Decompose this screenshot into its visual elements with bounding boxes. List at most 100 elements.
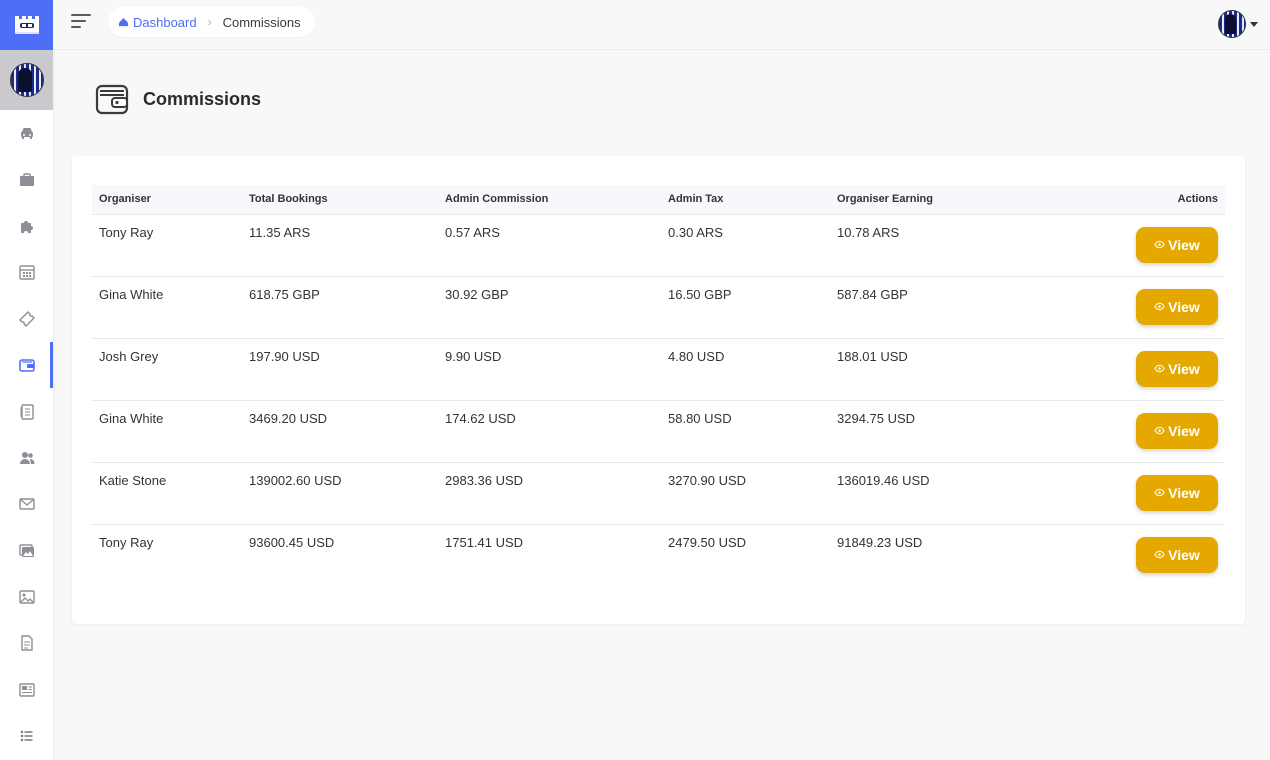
sidebar-item-blog[interactable] — [0, 667, 53, 713]
castle-logo-icon — [14, 16, 39, 34]
sidebar-item-plugins[interactable] — [0, 203, 53, 249]
cell-organiser-earning: 188.01 USD — [837, 348, 908, 364]
cell-actions: View — [1070, 276, 1225, 338]
view-button-label: View — [1168, 236, 1200, 253]
sidebar-item-gallery[interactable] — [0, 528, 53, 574]
briefcase-icon — [19, 172, 34, 186]
column-header-admin-tax[interactable]: Admin Tax — [661, 185, 830, 214]
column-header-total-bookings[interactable]: Total Bookings — [242, 185, 438, 214]
cell-total-bookings: 93600.45 USD — [249, 534, 335, 550]
view-button[interactable]: View — [1136, 288, 1218, 325]
images-icon — [18, 544, 34, 557]
cell-actions: View — [1070, 338, 1225, 400]
sidebar-user-avatar[interactable] — [0, 50, 53, 110]
cell-admin-commission: 1751.41 USD — [445, 534, 524, 550]
cell-admin-commission: 30.92 GBP — [445, 286, 509, 302]
user-menu[interactable] — [1218, 10, 1258, 38]
image-icon — [18, 590, 35, 604]
column-header-organiser[interactable]: Organiser — [92, 185, 242, 214]
view-button-label: View — [1168, 298, 1200, 315]
cell-organiser: Gina White — [99, 286, 164, 302]
menu-toggle-icon[interactable] — [71, 14, 91, 30]
view-button-label: View — [1168, 546, 1200, 563]
chevron-right-icon: › — [207, 15, 212, 29]
sidebar-item-tickets[interactable] — [0, 296, 53, 342]
ticket-icon — [18, 310, 35, 327]
view-button[interactable]: View — [1136, 474, 1218, 511]
breadcrumb-current: Commissions — [222, 14, 301, 30]
cell-organiser-earning: 587.84 GBP — [837, 286, 908, 302]
wallet-icon — [18, 359, 35, 372]
cell-organiser-earning: 3294.75 USD — [837, 410, 916, 426]
cell-admin-tax: 16.50 GBP — [668, 286, 732, 302]
sidebar-item-vehicles[interactable] — [0, 110, 53, 156]
cell-organiser: Katie Stone — [99, 472, 167, 488]
table-header-row: Organiser Total Bookings Admin Commissio… — [92, 185, 1225, 214]
view-button-label: View — [1168, 360, 1200, 377]
sidebar-item-list[interactable] — [0, 713, 53, 759]
eye-icon — [1154, 240, 1165, 249]
sidebar-item-mail[interactable] — [0, 481, 53, 527]
column-header-organiser-earning[interactable]: Organiser Earning — [830, 185, 1070, 214]
cell-admin-commission: 2983.36 USD — [445, 472, 524, 488]
caret-down-icon — [1250, 21, 1258, 27]
eye-icon — [1154, 550, 1165, 559]
newspaper-icon — [18, 683, 35, 697]
sidebar-item-media[interactable] — [0, 574, 53, 620]
sidebar-nav — [0, 110, 53, 759]
cell-admin-tax: 58.80 USD — [668, 410, 732, 426]
view-button-label: View — [1168, 422, 1200, 439]
table-row: Tony Ray 11.35 ARS 0.57 ARS 0.30 ARS 10.… — [92, 214, 1225, 276]
column-header-admin-commission[interactable]: Admin Commission — [438, 185, 661, 214]
view-button[interactable]: View — [1136, 412, 1218, 449]
mail-icon — [18, 498, 35, 511]
cell-organiser-earning: 136019.46 USD — [837, 472, 930, 488]
car-icon — [20, 128, 33, 140]
sidebar-item-documents[interactable] — [0, 620, 53, 666]
cell-organiser-earning: 91849.23 USD — [837, 534, 923, 550]
sidebar-item-users[interactable] — [0, 435, 53, 481]
cell-total-bookings: 3469.20 USD — [249, 410, 328, 426]
table-row: Tony Ray 93600.45 USD 1751.41 USD 2479.5… — [92, 524, 1225, 586]
commissions-card: Organiser Total Bookings Admin Commissio… — [72, 156, 1245, 624]
cell-actions: View — [1070, 214, 1225, 276]
view-button[interactable]: View — [1136, 350, 1218, 387]
sidebar-item-briefcase[interactable] — [0, 156, 53, 202]
table-row: Gina White 3469.20 USD 174.62 USD 58.80 … — [92, 400, 1225, 462]
cell-admin-tax: 3270.90 USD — [668, 472, 747, 488]
table-row: Gina White 618.75 GBP 30.92 GBP 16.50 GB… — [92, 276, 1225, 338]
page-title: Commissions — [143, 88, 262, 109]
cell-admin-tax: 0.30 ARS — [668, 224, 723, 240]
sidebar — [0, 0, 53, 760]
avatar — [1218, 10, 1246, 38]
breadcrumb-dashboard-link[interactable]: Dashboard — [118, 15, 197, 30]
eye-icon — [1154, 488, 1165, 497]
dashboard-icon — [118, 17, 129, 26]
wallet-icon — [95, 84, 129, 115]
cell-admin-commission: 174.62 USD — [445, 410, 516, 426]
cell-admin-tax: 2479.50 USD — [668, 534, 747, 550]
app-logo[interactable] — [0, 0, 53, 50]
sidebar-item-pages[interactable] — [0, 388, 53, 434]
cell-organiser: Tony Ray — [99, 534, 154, 550]
users-icon — [19, 451, 34, 464]
sidebar-item-commissions[interactable] — [0, 341, 53, 389]
commissions-table: Organiser Total Bookings Admin Commissio… — [92, 185, 1225, 586]
table-row: Josh Grey 197.90 USD 9.90 USD 4.80 USD 1… — [92, 338, 1225, 400]
page-header: Commissions — [95, 82, 261, 116]
sidebar-item-calendar[interactable] — [0, 249, 53, 295]
column-header-actions: Actions — [1177, 193, 1218, 206]
view-button[interactable]: View — [1136, 226, 1218, 263]
book-icon — [20, 403, 34, 420]
cell-admin-commission: 9.90 USD — [445, 348, 502, 364]
eye-icon — [1154, 426, 1165, 435]
cell-organiser: Gina White — [99, 410, 164, 426]
cell-admin-tax: 4.80 USD — [668, 348, 725, 364]
table-row: Katie Stone 139002.60 USD 2983.36 USD 32… — [92, 462, 1225, 524]
cell-organiser-earning: 10.78 ARS — [837, 224, 900, 240]
cell-actions: View — [1070, 524, 1225, 586]
view-button[interactable]: View — [1136, 536, 1218, 573]
topbar: Dashboard › Commissions — [53, 0, 1270, 50]
avatar — [9, 63, 44, 97]
cell-total-bookings: 11.35 ARS — [249, 224, 311, 240]
